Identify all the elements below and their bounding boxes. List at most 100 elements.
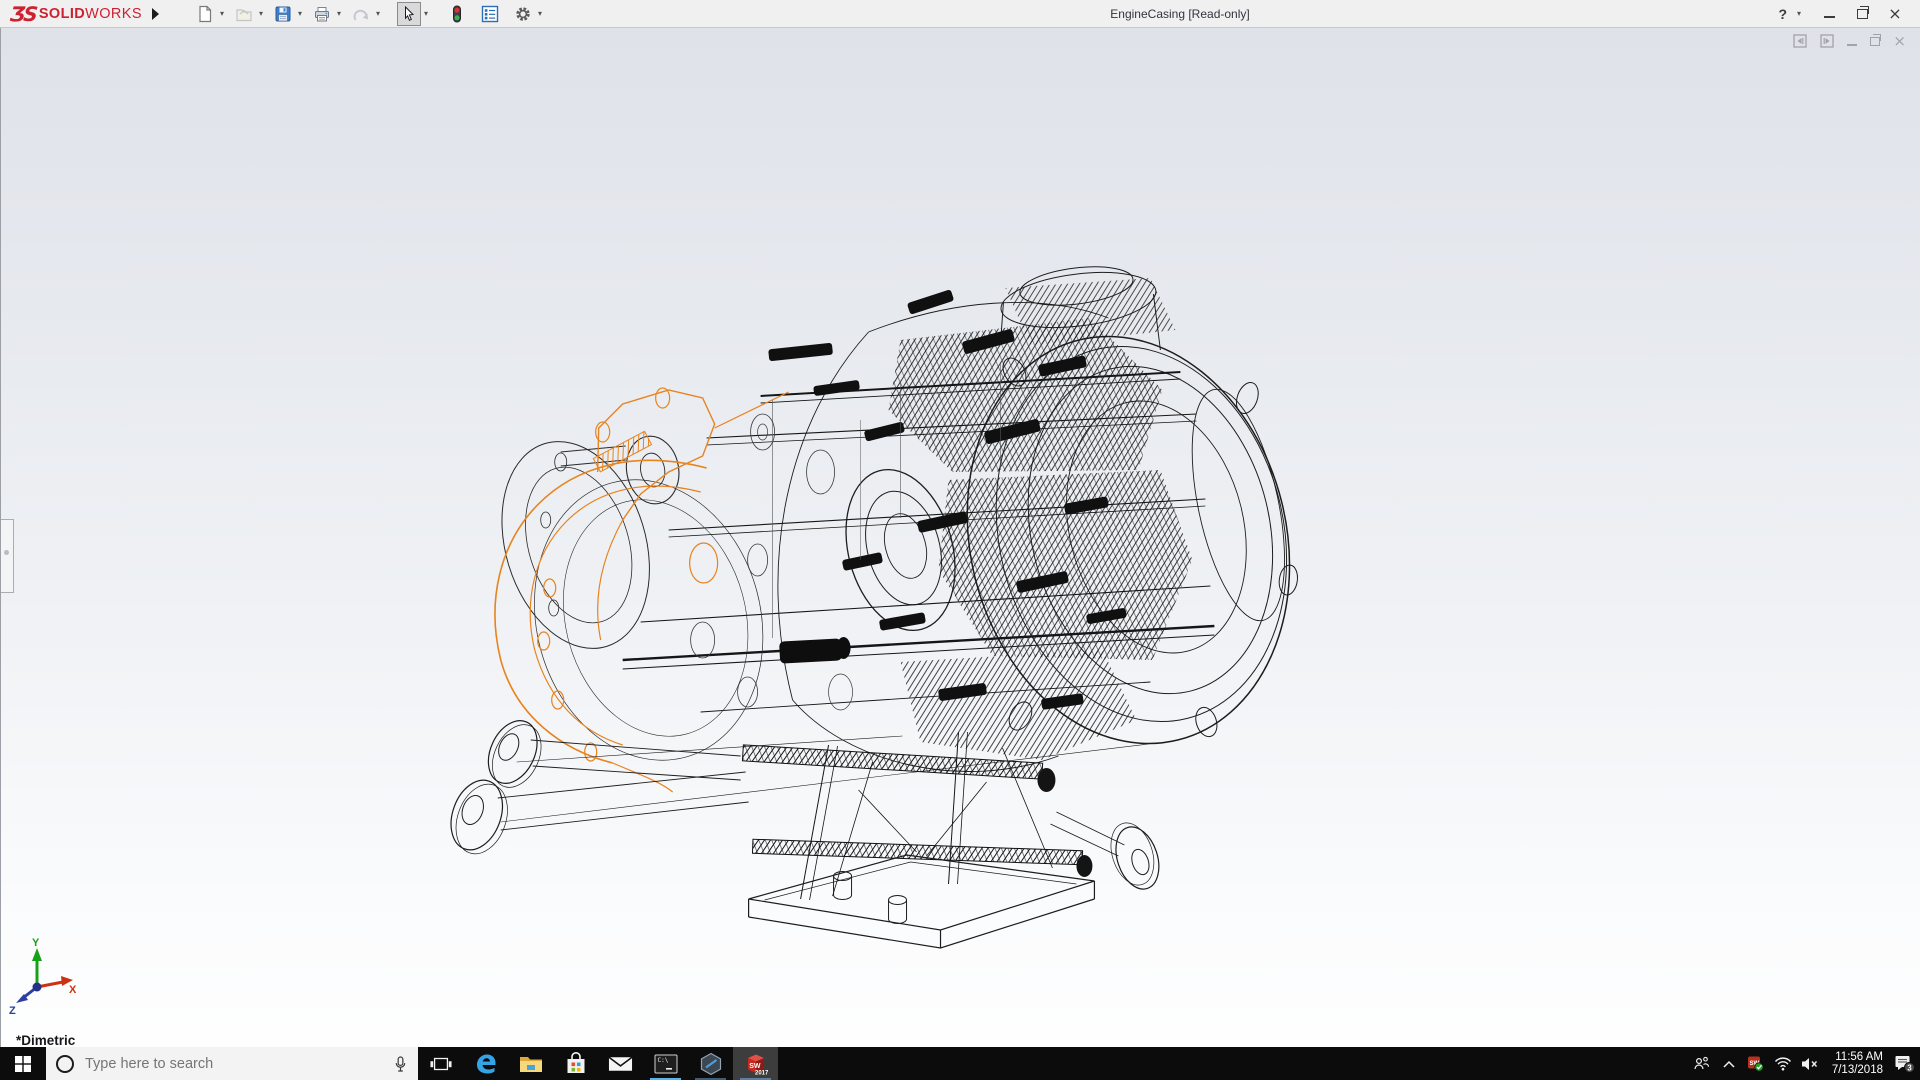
settings-dropdown[interactable]: ▾ [535,9,545,18]
task-view-icon [430,1054,452,1074]
help-dropdown[interactable]: ▾ [1794,9,1804,18]
edge-icon [474,1052,498,1076]
svg-text:2017: 2017 [755,1070,768,1076]
clock-date: 7/13/2018 [1832,1064,1883,1077]
view-orientation-label: *Dimetric [16,1033,75,1048]
triad-y-label: Y [32,937,40,949]
edrawings-hexagon-icon [699,1052,723,1076]
solidworks-monitor-tray-icon[interactable]: SW [1744,1047,1768,1080]
help-button[interactable]: ? [1778,6,1787,22]
new-document-button[interactable] [193,2,217,26]
engine-casing-model[interactable] [1,27,1920,1047]
save-dropdown[interactable]: ▾ [295,9,305,18]
print-icon [313,5,331,23]
solidworks-logo: ƷS SOLIDWORKS [0,4,142,24]
close-icon: × [1888,7,1901,21]
traffic-light-icon [448,5,466,23]
solidworks-desktop: { "app": { "brand_bold": "SOLID", "brand… [0,0,1920,1080]
solidworks-app-icon: SW 2017 [744,1052,768,1076]
edrawings-button[interactable] [688,1047,733,1080]
model-left-flange [478,423,794,786]
new-document-dropdown[interactable]: ▾ [217,9,227,18]
volume-muted-icon[interactable] [1798,1047,1822,1080]
undo-dropdown[interactable]: ▾ [373,9,383,18]
save-button[interactable] [271,2,295,26]
triad-z-label: Z [9,1005,16,1015]
undo-button[interactable] [349,2,373,26]
toolbar-flyout-arrow-icon[interactable] [152,8,159,20]
solidworks-2017-button[interactable]: SW 2017 [733,1047,778,1080]
model-base-plate [749,855,1095,948]
start-button[interactable] [0,1047,46,1080]
document-restore-icon [1870,37,1880,46]
triad-x-label: X [69,984,77,996]
titlebar: ƷS SOLIDWORKS ▾ ▾ ▾ [0,0,1920,28]
dock-next-button[interactable] [1820,34,1834,48]
mail-button[interactable] [598,1047,643,1080]
cortana-icon [56,1055,74,1073]
dock-right-arrow-icon [1820,34,1834,48]
file-explorer-icon [519,1053,543,1075]
dock-left-arrow-icon [1793,34,1807,48]
mail-icon [608,1054,633,1074]
gear-icon [514,5,532,23]
store-icon [564,1052,588,1076]
minimize-button[interactable] [1816,5,1842,23]
restore-icon [1857,9,1868,19]
document-minimize-icon [1847,44,1857,46]
clock-time: 11:56 AM [1832,1051,1883,1064]
undo-arrow-icon [352,5,370,23]
wifi-icon[interactable] [1771,1047,1795,1080]
dassault-logo-icon: ƷS [9,4,37,24]
quick-access-toolbar: ▾ ▾ ▾ [193,2,550,26]
new-document-icon [196,5,214,23]
document-restore-button[interactable] [1870,37,1880,46]
print-button[interactable] [310,2,334,26]
restore-button[interactable] [1849,5,1875,23]
system-tray: SW 11:56 AM 7/13/2018 [1690,1047,1920,1080]
action-center-icon[interactable]: 3 [1893,1047,1917,1080]
rebuild-button[interactable] [445,2,469,26]
people-icon[interactable] [1690,1047,1714,1080]
window-title: EngineCasing [Read-only] [1110,7,1249,21]
document-close-button[interactable]: × [1893,35,1906,47]
taskbar-clock[interactable]: 11:56 AM 7/13/2018 [1825,1051,1890,1077]
task-view-button[interactable] [418,1047,463,1080]
select-tool-button[interactable] [397,2,421,26]
save-floppy-icon [274,5,292,23]
titlebar-window-controls: ? ▾ × [1778,5,1920,23]
print-dropdown[interactable]: ▾ [334,9,344,18]
svg-text:C:\: C:\ [657,1057,668,1064]
command-prompt-icon: C:\ [654,1053,678,1075]
edge-button[interactable] [463,1047,508,1080]
windows-taskbar: C:\ SW 2017 [0,1047,1920,1080]
open-folder-icon [235,5,253,23]
minimize-icon [1824,16,1835,18]
options-list-button[interactable] [478,2,502,26]
document-window-controls: × [1793,34,1906,48]
brand-text: SOLIDWORKS [39,6,142,22]
taskbar-apps: C:\ SW 2017 [418,1047,778,1080]
search-input[interactable] [83,1055,384,1073]
open-button[interactable] [232,2,256,26]
coordinate-triad: Y X Z [7,935,79,1015]
list-options-icon [481,5,499,23]
microsoft-store-button[interactable] [553,1047,598,1080]
settings-button[interactable] [511,2,535,26]
notification-badge: 3 [1907,1063,1912,1072]
svg-text:SW: SW [749,1063,761,1070]
chevron-up-icon[interactable] [1717,1047,1741,1080]
command-prompt-button[interactable]: C:\ [643,1047,688,1080]
file-explorer-button[interactable] [508,1047,553,1080]
dock-previous-button[interactable] [1793,34,1807,48]
taskbar-search[interactable] [46,1047,418,1080]
model-internals [623,278,1215,900]
select-tool-dropdown[interactable]: ▾ [421,9,431,18]
graphics-viewport[interactable]: × [0,27,1920,1047]
document-close-icon: × [1893,35,1906,47]
document-minimize-button[interactable] [1847,36,1857,46]
close-button[interactable]: × [1882,5,1908,23]
open-dropdown[interactable]: ▾ [256,9,266,18]
microphone-icon[interactable] [393,1055,408,1073]
select-cursor-icon [400,5,418,23]
